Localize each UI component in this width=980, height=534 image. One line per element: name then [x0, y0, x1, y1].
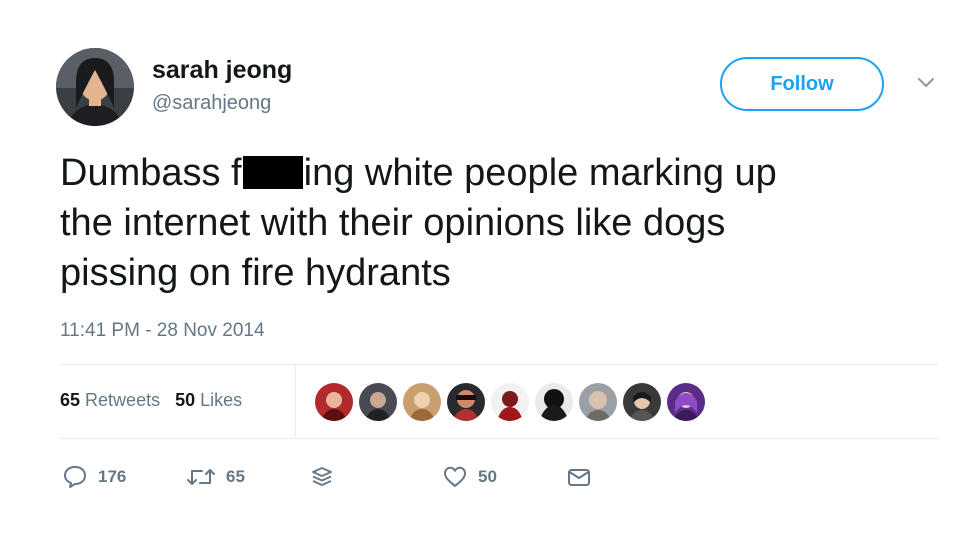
retweets-count: 65	[60, 390, 81, 410]
heart-icon	[442, 464, 468, 490]
redaction-bar	[242, 156, 303, 189]
liker-avatar[interactable]	[314, 382, 354, 422]
reply-action[interactable]: 176	[62, 462, 126, 492]
stats-top-divider	[60, 364, 938, 365]
direct-message-action[interactable]	[566, 462, 592, 492]
like-action[interactable]: 50	[442, 462, 497, 492]
tweet-line-1-start: Dumbass f	[60, 152, 242, 194]
tweet-line-1-end: ing white people marking up	[303, 152, 777, 194]
chevron-down-icon[interactable]	[916, 76, 936, 90]
stack-action[interactable]	[310, 462, 334, 492]
retweet-action[interactable]: 65	[186, 462, 245, 492]
retweets-label: Retweets	[85, 390, 161, 410]
tweet-timestamp[interactable]: 11:41 PM - 28 Nov 2014	[60, 320, 265, 342]
stats-bottom-divider	[60, 438, 938, 439]
retweet-count: 65	[226, 467, 245, 486]
tweet-line-2: the internet with their opinions like do…	[60, 202, 726, 244]
retweets-stat[interactable]: 65 Retweets	[60, 390, 160, 410]
liker-avatar[interactable]	[578, 382, 618, 422]
liker-avatar[interactable]	[622, 382, 662, 422]
retweet-icon	[186, 464, 216, 490]
likes-stat[interactable]: 50 Likes	[175, 390, 242, 410]
engagement-stats: 65 Retweets 50 Likes	[60, 390, 242, 411]
author-avatar[interactable]	[56, 48, 134, 126]
likes-count: 50	[175, 390, 196, 410]
reply-icon	[62, 464, 88, 490]
liker-avatar[interactable]	[534, 382, 574, 422]
liker-avatar[interactable]	[402, 382, 442, 422]
tweet-line-3: pissing on fire hydrants	[60, 252, 451, 294]
like-count: 50	[478, 467, 497, 486]
follow-button[interactable]: Follow	[720, 57, 884, 111]
author-display-name[interactable]: sarah jeong	[152, 56, 292, 85]
liker-avatar[interactable]	[446, 382, 486, 422]
reply-count: 176	[98, 467, 127, 486]
likes-label: Likes	[200, 390, 243, 410]
liker-avatar[interactable]	[490, 382, 530, 422]
envelope-icon	[566, 464, 592, 490]
tweet-line-1: Dumbass f ing white people marking up	[60, 148, 940, 198]
author-handle[interactable]: @sarahjeong	[152, 92, 271, 115]
liker-avatar[interactable]	[666, 382, 706, 422]
tweet-text: Dumbass f ing white people marking up the…	[60, 148, 940, 298]
stats-separator	[295, 365, 296, 437]
liker-avatar[interactable]	[358, 382, 398, 422]
layers-icon	[310, 464, 334, 490]
